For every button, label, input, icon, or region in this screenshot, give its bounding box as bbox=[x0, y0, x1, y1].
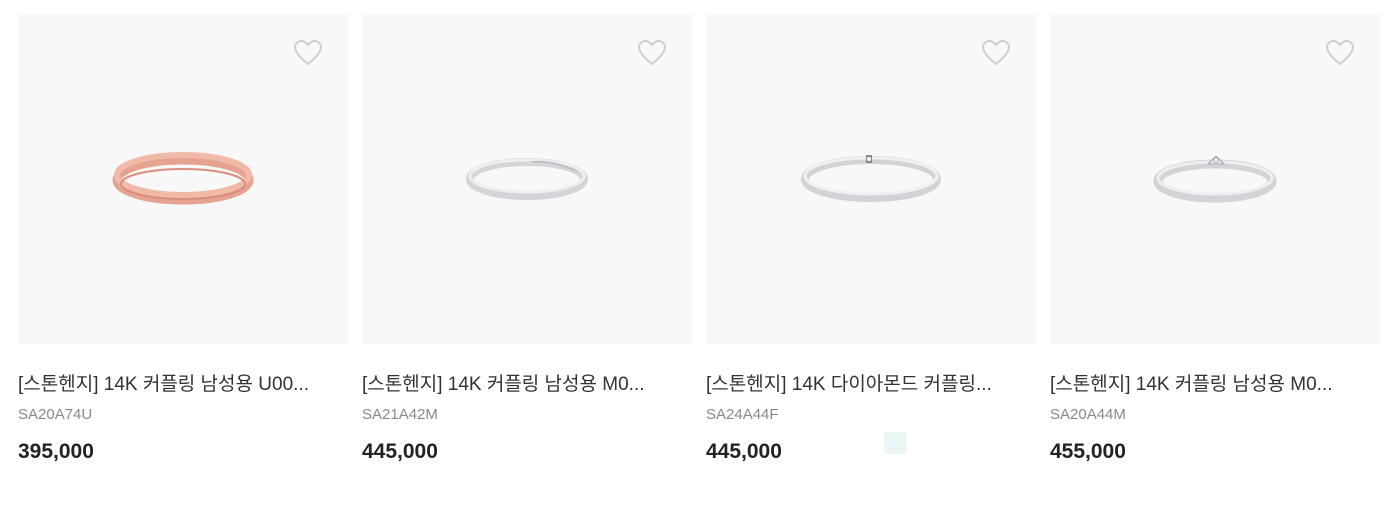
product-code: SA21A42M bbox=[362, 406, 438, 423]
product-code: SA20A74U bbox=[18, 406, 93, 423]
product-card[interactable]: [스톤헨지] 14K 커플링 남성용 M0... SA20A44M 455,00… bbox=[1050, 14, 1380, 464]
ring-image bbox=[1153, 155, 1277, 203]
product-card[interactable]: [스톤헨지] 14K 다이아몬드 커플링... SA24A44F 445,000 bbox=[706, 14, 1036, 464]
product-grid: [스톤헨지] 14K 커플링 남성용 U00... SA20A74U 395,0… bbox=[18, 14, 1380, 464]
product-price: 395,000 bbox=[18, 440, 94, 463]
product-title[interactable]: [스톤헨지] 14K 커플링 남성용 M0... bbox=[1050, 372, 1370, 398]
ring-image bbox=[801, 155, 941, 202]
heart-outline-icon[interactable] bbox=[982, 40, 1010, 66]
product-image[interactable] bbox=[706, 14, 1036, 344]
product-title[interactable]: [스톤헨지] 14K 커플링 남성용 U00... bbox=[18, 372, 338, 398]
product-price: 445,000 bbox=[362, 440, 438, 463]
product-code: SA20A44M bbox=[1050, 406, 1126, 423]
heart-outline-icon[interactable] bbox=[1326, 40, 1354, 66]
product-image[interactable] bbox=[362, 14, 692, 344]
product-title[interactable]: [스톤헨지] 14K 커플링 남성용 M0... bbox=[362, 372, 682, 398]
heart-outline-icon[interactable] bbox=[638, 40, 666, 66]
product-title[interactable]: [스톤헨지] 14K 다이아몬드 커플링... bbox=[706, 372, 1026, 398]
heart-outline-icon[interactable] bbox=[294, 40, 322, 66]
product-card[interactable]: [스톤헨지] 14K 커플링 남성용 M0... SA21A42M 445,00… bbox=[362, 14, 692, 464]
ring-image bbox=[466, 158, 588, 200]
product-card[interactable]: [스톤헨지] 14K 커플링 남성용 U00... SA20A74U 395,0… bbox=[18, 14, 348, 464]
product-code: SA24A44F bbox=[706, 406, 779, 423]
product-price: 445,000 bbox=[706, 440, 782, 463]
product-image[interactable] bbox=[18, 14, 348, 344]
product-image[interactable] bbox=[1050, 14, 1380, 344]
ring-image bbox=[112, 152, 254, 205]
product-price: 455,000 bbox=[1050, 440, 1126, 463]
